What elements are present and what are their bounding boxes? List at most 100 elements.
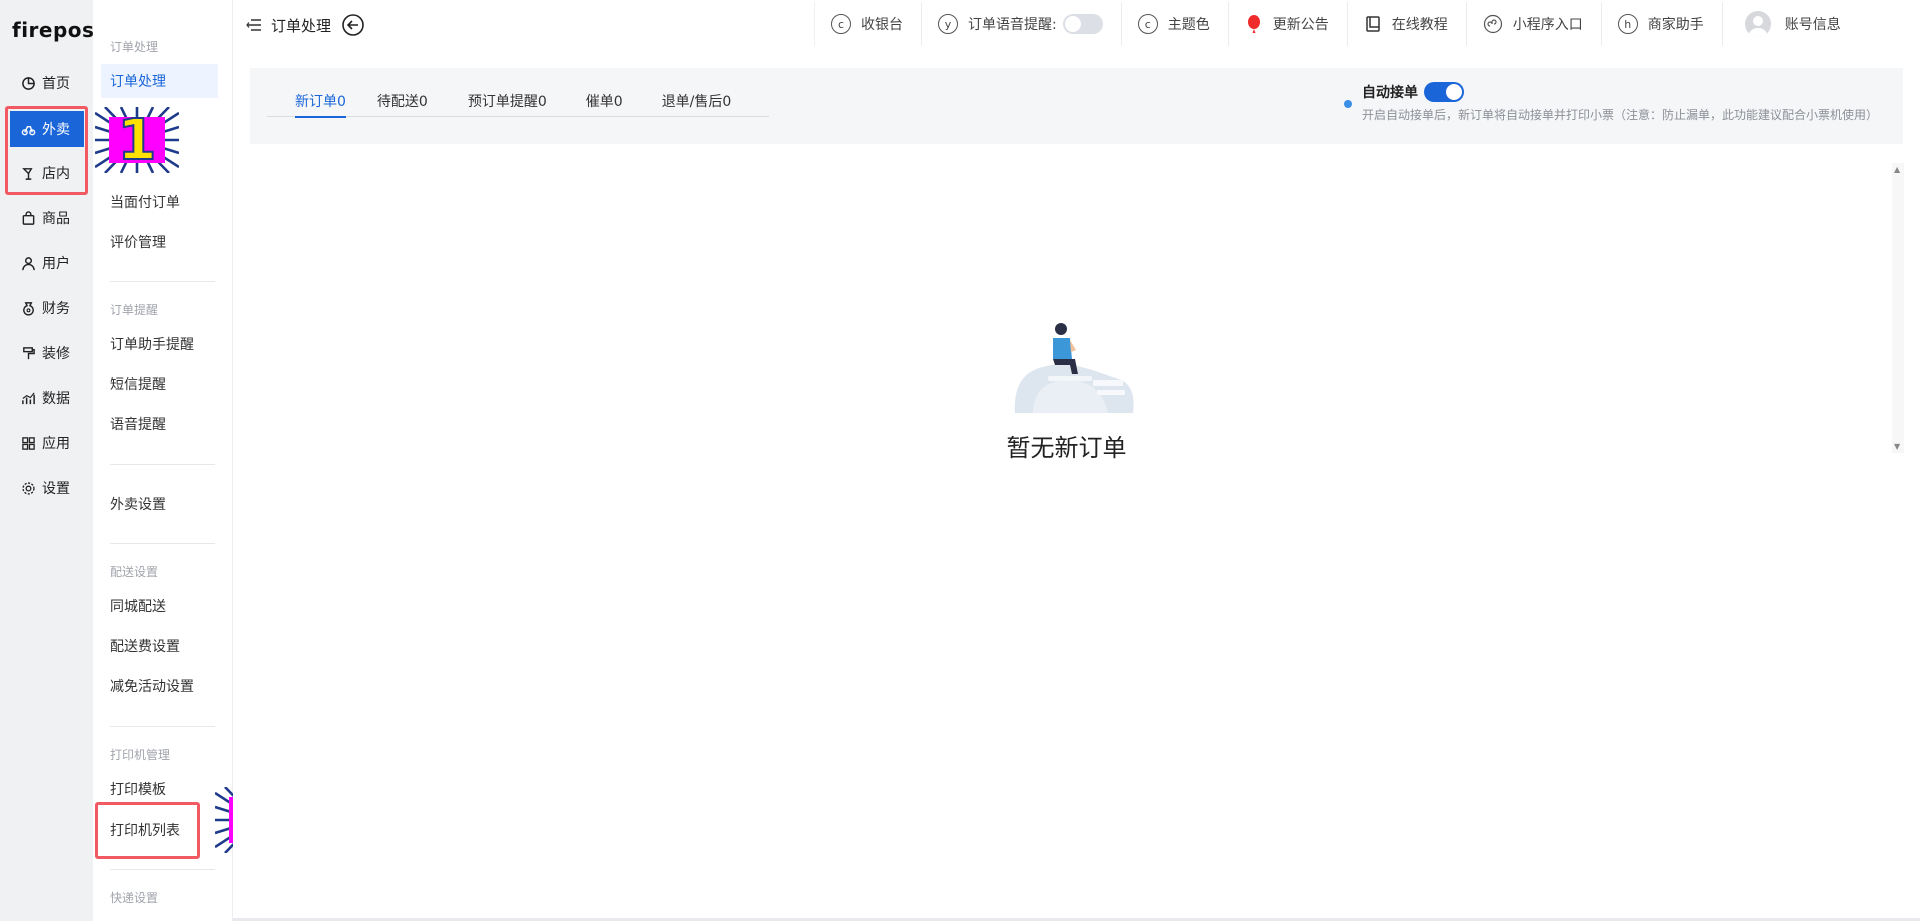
scroll-up-icon[interactable]: ▲ bbox=[1894, 165, 1900, 174]
rail-label: 数据 bbox=[42, 391, 70, 407]
rail-label: 装修 bbox=[42, 346, 70, 362]
rail-label: 财务 bbox=[42, 301, 70, 317]
update-notice-button[interactable]: 更新公告 bbox=[1229, 2, 1348, 46]
empty-illustration bbox=[993, 310, 1143, 424]
avatar bbox=[1744, 11, 1771, 37]
account-info-button[interactable]: 账号信息 bbox=[1723, 2, 1861, 46]
group-title-delivery: 配送设置 bbox=[110, 565, 159, 579]
rail-label: 外卖 bbox=[42, 122, 70, 138]
rail-item-home[interactable]: 首页 bbox=[10, 65, 84, 101]
divider bbox=[110, 543, 215, 544]
apps-icon bbox=[20, 435, 36, 451]
back-arrow-icon[interactable] bbox=[341, 13, 365, 37]
rail-item-users[interactable]: 用户 bbox=[10, 245, 84, 281]
toolbar: c 收银台 y 订单语音提醒: c 主题色 更新公告 在线教程 小程序入口 h … bbox=[814, 2, 1861, 46]
app-logo: firepos bbox=[12, 18, 95, 42]
cashier-icon: c bbox=[831, 14, 851, 34]
submenu-item-sms-reminder[interactable]: 短信提醒 bbox=[101, 367, 218, 401]
page-title: 订单处理 bbox=[271, 16, 332, 35]
menu-fold-icon[interactable] bbox=[245, 16, 263, 34]
step-number: 1 bbox=[117, 108, 158, 173]
submenu-item-printer-list[interactable]: 打印机列表 bbox=[101, 813, 218, 847]
book-icon bbox=[1365, 16, 1380, 32]
submenu-item-discount[interactable]: 减免活动设置 bbox=[101, 669, 218, 703]
balloon-icon bbox=[1247, 15, 1260, 33]
rail-item-goods[interactable]: 商品 bbox=[10, 200, 84, 236]
tab-preorder-reminder[interactable]: 预订单提醒0 bbox=[468, 85, 547, 117]
money-bag-icon bbox=[20, 300, 36, 316]
tab-new-orders[interactable]: 新订单0 bbox=[295, 85, 346, 118]
rail-label: 用户 bbox=[42, 256, 70, 272]
divider bbox=[110, 281, 215, 282]
rail-label: 设置 bbox=[42, 481, 70, 497]
merchant-assistant-button[interactable]: h 商家助手 bbox=[1602, 2, 1723, 46]
vertical-scrollbar[interactable]: ▲ ▼ bbox=[1892, 163, 1904, 453]
assistant-label: 商家助手 bbox=[1647, 17, 1704, 33]
rail-item-finance[interactable]: 财务 bbox=[10, 290, 84, 326]
miniapp-icon bbox=[1483, 14, 1502, 34]
group-title-express: 快递设置 bbox=[110, 891, 159, 905]
status-dot bbox=[1344, 100, 1352, 108]
breadcrumb: 订单处理 bbox=[245, 13, 365, 37]
scroll-down-icon[interactable]: ▼ bbox=[1894, 442, 1900, 451]
voice-alert-label: 订单语音提醒: bbox=[968, 17, 1057, 33]
rail-label: 首页 bbox=[42, 76, 70, 92]
cashier-button[interactable]: c 收银台 bbox=[815, 2, 922, 46]
auto-accept-description: 开启自动接单后，新订单将自动接单并打印小票（注意：防止漏单，此功能建议配合小票机… bbox=[1362, 108, 1879, 122]
theme-label: 主题色 bbox=[1167, 17, 1210, 33]
group-title-printer: 打印机管理 bbox=[110, 748, 171, 762]
voice-icon: y bbox=[938, 14, 958, 34]
main-content: 新订单0 待配送0 预订单提醒0 催单0 退单/售后0 自动接单 开启自动接单后… bbox=[233, 50, 1920, 921]
submenu-item-same-city[interactable]: 同城配送 bbox=[101, 589, 218, 623]
tab-urge-orders[interactable]: 催单0 bbox=[586, 85, 623, 117]
tab-pending-delivery[interactable]: 待配送0 bbox=[377, 85, 428, 117]
top-bar: 订单处理 c 收银台 y 订单语音提醒: c 主题色 更新公告 在线教程 小程序… bbox=[233, 0, 1920, 50]
rail-label: 商品 bbox=[42, 211, 70, 227]
rail-label: 店内 bbox=[42, 166, 70, 182]
rail-item-takeout[interactable]: 外卖 bbox=[10, 111, 84, 147]
step-badge-1: 1 bbox=[94, 106, 180, 174]
cashier-label: 收银台 bbox=[861, 17, 903, 33]
divider bbox=[110, 726, 215, 727]
order-tabs: 新订单0 待配送0 预订单提醒0 催单0 退单/售后0 bbox=[267, 85, 769, 118]
auto-accept-title: 自动接单 bbox=[1362, 85, 1418, 101]
order-voice-alert: y 订单语音提醒: bbox=[922, 2, 1122, 46]
dine-in-icon bbox=[20, 165, 36, 181]
tab-refund-aftersale[interactable]: 退单/售后0 bbox=[662, 85, 732, 117]
submenu-item-print-template[interactable]: 打印模板 bbox=[101, 772, 218, 806]
rail-item-settings[interactable]: 设置 bbox=[10, 470, 84, 506]
voice-alert-toggle[interactable] bbox=[1062, 14, 1103, 34]
rail-item-dine-in[interactable]: 店内 bbox=[10, 155, 84, 191]
delivery-icon bbox=[20, 121, 36, 137]
submenu-item-reviews[interactable]: 评价管理 bbox=[101, 225, 218, 259]
submenu-item-takeout-settings[interactable]: 外卖设置 bbox=[101, 487, 218, 521]
theme-color-button[interactable]: c 主题色 bbox=[1122, 2, 1229, 46]
submenu-item-assistant-reminder[interactable]: 订单助手提醒 bbox=[101, 327, 218, 361]
rail-label: 应用 bbox=[42, 436, 70, 452]
pie-icon bbox=[20, 75, 36, 91]
submenu-item-voice-reminder[interactable]: 语音提醒 bbox=[101, 407, 218, 441]
auto-accept-setting: 自动接单 开启自动接单后，新订单将自动接单并打印小票（注意：防止漏单，此功能建议… bbox=[1344, 82, 1879, 123]
assistant-icon: h bbox=[1617, 14, 1638, 34]
theme-icon: c bbox=[1137, 14, 1158, 34]
submenu-item-order-processing[interactable]: 订单处理 bbox=[101, 64, 218, 98]
primary-nav: firepos 首页 外卖 店内 商品 用户 财务 装修 数据 应用 设置 bbox=[0, 0, 95, 921]
chart-icon bbox=[20, 390, 36, 406]
rail-item-decor[interactable]: 装修 bbox=[10, 335, 84, 371]
empty-state-message: 暂无新订单 bbox=[1006, 434, 1127, 462]
bag-icon bbox=[20, 210, 36, 226]
rail-item-apps[interactable]: 应用 bbox=[10, 425, 84, 461]
submenu-item-delivery-fee[interactable]: 配送费设置 bbox=[101, 629, 218, 663]
gear-icon bbox=[20, 480, 36, 496]
empty-orders-illustration-icon bbox=[1014, 323, 1134, 413]
tutorial-button[interactable]: 在线教程 bbox=[1348, 2, 1467, 46]
auto-accept-toggle[interactable] bbox=[1424, 82, 1464, 102]
order-header-panel: 新订单0 待配送0 预订单提醒0 催单0 退单/售后0 自动接单 开启自动接单后… bbox=[250, 68, 1903, 144]
divider bbox=[110, 869, 215, 870]
submenu-item-face-pay[interactable]: 当面付订单 bbox=[101, 185, 218, 219]
update-notice-label: 更新公告 bbox=[1272, 17, 1329, 33]
rail-item-data[interactable]: 数据 bbox=[10, 380, 84, 416]
group-title-order: 订单处理 bbox=[110, 40, 159, 54]
miniapp-entry-button[interactable]: 小程序入口 bbox=[1467, 2, 1602, 46]
group-title-reminder: 订单提醒 bbox=[110, 303, 159, 317]
